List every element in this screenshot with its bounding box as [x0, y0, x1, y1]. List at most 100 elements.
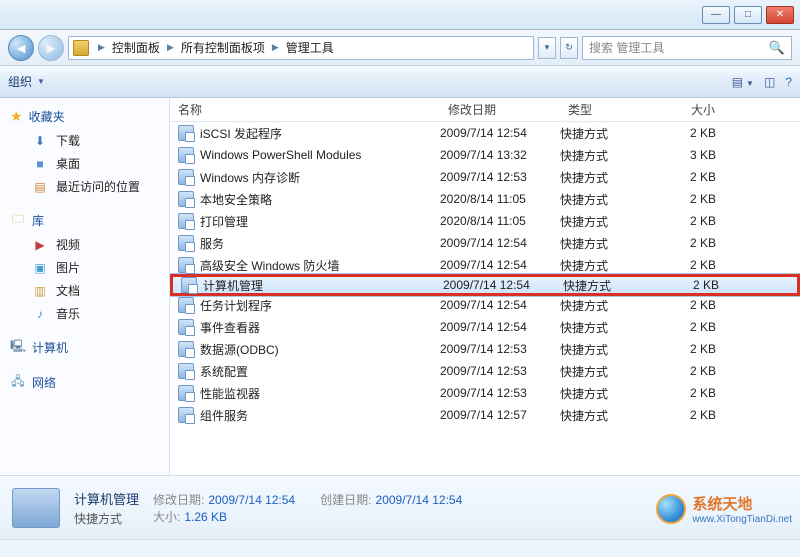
minimize-button[interactable]: —: [702, 6, 730, 24]
shortcut-icon: [178, 385, 194, 401]
back-button[interactable]: ◄: [8, 35, 34, 61]
column-size[interactable]: 大小: [670, 97, 730, 122]
preview-pane-button[interactable]: ◫: [764, 75, 775, 89]
address-dropdown[interactable]: ▾: [538, 37, 556, 59]
shortcut-icon: [178, 363, 194, 379]
file-row[interactable]: 服务2009/7/14 12:54快捷方式2 KB: [170, 232, 800, 254]
file-date: 2020/8/14 11:05: [440, 192, 560, 206]
file-name: 任务计划程序: [200, 297, 272, 314]
shortcut-icon: [178, 125, 194, 141]
column-type[interactable]: 类型: [560, 97, 670, 122]
file-row[interactable]: 本地安全策略2020/8/14 11:05快捷方式2 KB: [170, 188, 800, 210]
file-row[interactable]: Windows 内存诊断2009/7/14 12:53快捷方式2 KB: [170, 166, 800, 188]
sidebar-network[interactable]: 🖧网络: [2, 370, 167, 395]
shortcut-icon: [181, 277, 197, 293]
file-row[interactable]: 组件服务2009/7/14 12:57快捷方式2 KB: [170, 404, 800, 426]
file-name: 数据源(ODBC): [200, 341, 279, 358]
download-icon: ⬇: [32, 133, 48, 149]
column-name[interactable]: 名称: [170, 97, 440, 122]
forward-button[interactable]: ►: [38, 35, 64, 61]
shortcut-icon: [178, 169, 194, 185]
folder-icon: [73, 40, 89, 56]
file-date: 2009/7/14 12:54: [440, 320, 560, 334]
file-row[interactable]: 事件查看器2009/7/14 12:54快捷方式2 KB: [170, 316, 800, 338]
file-row[interactable]: 任务计划程序2009/7/14 12:54快捷方式2 KB: [170, 294, 800, 316]
chevron-right-icon: ▶: [164, 42, 177, 53]
search-input[interactable]: 搜索 管理工具 🔍: [582, 36, 792, 60]
file-date: 2009/7/14 12:53: [440, 342, 560, 356]
file-size: 2 KB: [670, 126, 730, 140]
file-type: 快捷方式: [560, 257, 670, 274]
details-size-value: 1.26 KB: [184, 510, 227, 524]
star-icon: ★: [10, 108, 23, 125]
file-row[interactable]: Windows PowerShell Modules2009/7/14 13:3…: [170, 144, 800, 166]
breadcrumb[interactable]: ▶ 控制面板 ▶ 所有控制面板项 ▶ 管理工具: [68, 36, 534, 60]
sidebar-item-music[interactable]: ♪音乐: [2, 302, 167, 325]
file-row[interactable]: 性能监视器2009/7/14 12:53快捷方式2 KB: [170, 382, 800, 404]
file-row[interactable]: iSCSI 发起程序2009/7/14 12:54快捷方式2 KB: [170, 122, 800, 144]
file-type: 快捷方式: [560, 363, 670, 380]
file-size: 2 KB: [673, 278, 733, 292]
file-size: 2 KB: [670, 298, 730, 312]
command-toolbar: 组织▼ ▤▼ ◫ ?: [0, 66, 800, 98]
breadcrumb-item[interactable]: 控制面板: [110, 39, 162, 56]
details-file-icon: [12, 488, 60, 528]
help-button[interactable]: ?: [785, 75, 792, 89]
chevron-right-icon: ▶: [269, 42, 282, 53]
sidebar-computer[interactable]: 🖳计算机: [2, 335, 167, 360]
search-icon: 🔍: [769, 40, 785, 56]
organize-menu[interactable]: 组织▼: [8, 73, 45, 90]
details-size-label: 大小:: [153, 510, 180, 524]
chevron-down-icon: ▼: [37, 77, 45, 86]
file-name: 组件服务: [200, 407, 248, 424]
column-date[interactable]: 修改日期: [440, 97, 560, 122]
picture-icon: ▣: [32, 260, 48, 276]
computer-icon: 🖳: [10, 340, 26, 356]
file-date: 2009/7/14 12:54: [443, 278, 563, 292]
maximize-button[interactable]: □: [734, 6, 762, 24]
sidebar-item-desktop[interactable]: ■桌面: [2, 152, 167, 175]
shortcut-icon: [178, 407, 194, 423]
file-list-pane: 名称 修改日期 类型 大小 iSCSI 发起程序2009/7/14 12:54快…: [170, 98, 800, 475]
file-size: 2 KB: [670, 364, 730, 378]
file-name: 本地安全策略: [200, 191, 272, 208]
watermark-title: 系统天地: [692, 493, 792, 514]
file-row[interactable]: 高级安全 Windows 防火墙2009/7/14 12:54快捷方式2 KB: [170, 254, 800, 276]
file-type: 快捷方式: [560, 297, 670, 314]
file-rows: iSCSI 发起程序2009/7/14 12:54快捷方式2 KBWindows…: [170, 122, 800, 426]
file-type: 快捷方式: [560, 385, 670, 402]
file-row[interactable]: 计算机管理2009/7/14 12:54快捷方式2 KB: [170, 274, 800, 296]
sidebar-item-recent[interactable]: ▤最近访问的位置: [2, 175, 167, 198]
file-size: 2 KB: [670, 320, 730, 334]
file-row[interactable]: 系统配置2009/7/14 12:53快捷方式2 KB: [170, 360, 800, 382]
sidebar-item-pictures[interactable]: ▣图片: [2, 256, 167, 279]
file-size: 2 KB: [670, 192, 730, 206]
search-placeholder: 搜索 管理工具: [589, 39, 664, 56]
watermark: 系统天地 www.XiTongTianDi.net: [656, 493, 792, 525]
file-size: 2 KB: [670, 386, 730, 400]
file-name: 事件查看器: [200, 319, 260, 336]
file-name: Windows 内存诊断: [200, 169, 300, 186]
shortcut-icon: [178, 213, 194, 229]
breadcrumb-item[interactable]: 管理工具: [284, 39, 336, 56]
file-size: 3 KB: [670, 148, 730, 162]
details-modified-label: 修改日期:: [153, 493, 204, 507]
refresh-button[interactable]: ↻: [560, 37, 578, 59]
music-icon: ♪: [32, 306, 48, 322]
sidebar-item-downloads[interactable]: ⬇下载: [2, 129, 167, 152]
file-name: 计算机管理: [203, 277, 263, 294]
sidebar-libraries-header[interactable]: 🗀库: [2, 208, 167, 233]
file-name: 高级安全 Windows 防火墙: [200, 257, 339, 274]
sidebar-favorites-header[interactable]: ★收藏夹: [2, 104, 167, 129]
file-name: 服务: [200, 235, 224, 252]
sidebar-item-videos[interactable]: ▶视频: [2, 233, 167, 256]
close-button[interactable]: ✕: [766, 6, 794, 24]
sidebar-item-documents[interactable]: ▥文档: [2, 279, 167, 302]
file-date: 2009/7/14 12:53: [440, 170, 560, 184]
shortcut-icon: [178, 297, 194, 313]
view-mode-button[interactable]: ▤▼: [732, 75, 754, 89]
breadcrumb-item[interactable]: 所有控制面板项: [179, 39, 267, 56]
details-created-value: 2009/7/14 12:54: [376, 493, 463, 507]
file-row[interactable]: 数据源(ODBC)2009/7/14 12:53快捷方式2 KB: [170, 338, 800, 360]
file-row[interactable]: 打印管理2020/8/14 11:05快捷方式2 KB: [170, 210, 800, 232]
